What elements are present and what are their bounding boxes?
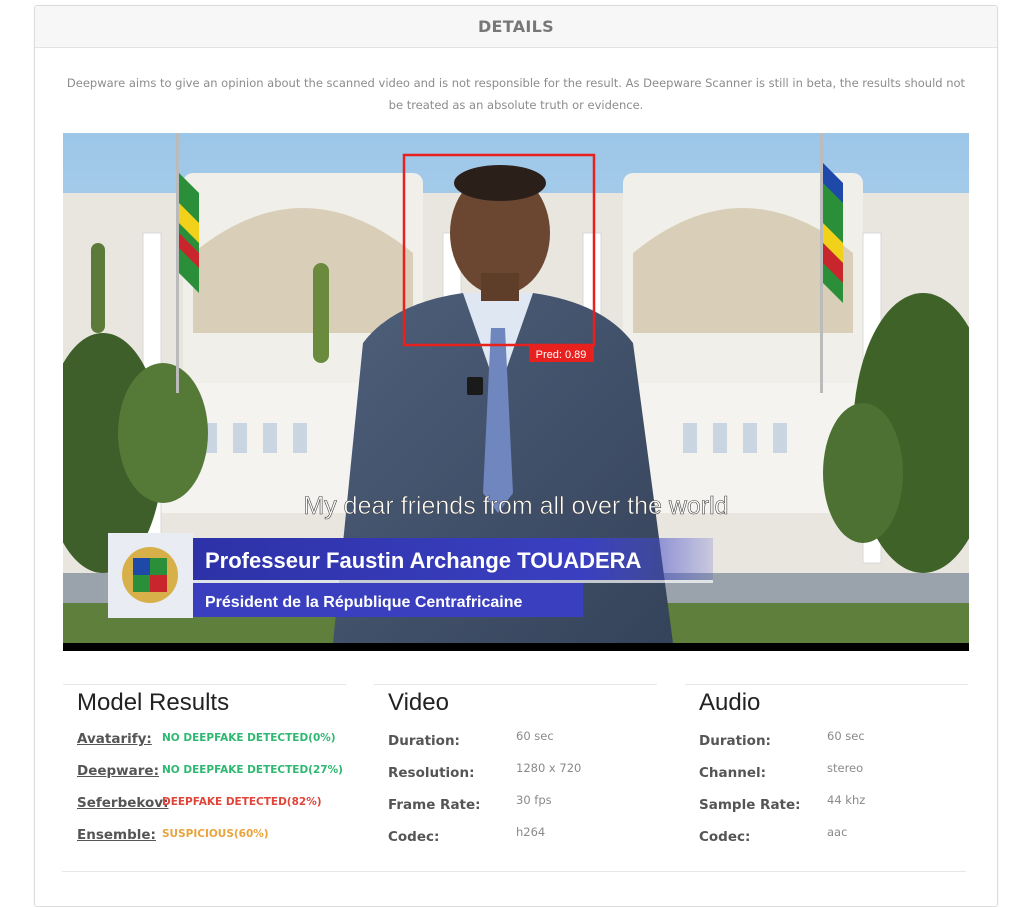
model-result: DEEPFAKE DETECTED(82%)	[162, 796, 322, 808]
model-results-section: Model Results Avatarify: NO DEEPFAKE DET…	[63, 684, 346, 843]
info-row: Duration: 60 sec	[699, 729, 969, 757]
info-label: Frame Rate:	[388, 797, 481, 813]
video-info-section: Video Duration: 60 sec Resolution: 1280 …	[374, 684, 657, 845]
info-label: Codec:	[699, 829, 751, 845]
info-value: h264	[516, 825, 546, 839]
model-row: Deepware: NO DEEPFAKE DETECTED(27%)	[77, 763, 347, 787]
info-value: 30 fps	[516, 793, 552, 807]
info-value: 1280 x 720	[516, 761, 582, 775]
model-results-heading: Model Results	[77, 689, 230, 716]
info-label: Sample Rate:	[699, 797, 801, 813]
subtitle-text: My dear friends from all over the world	[303, 492, 728, 520]
model-row: Seferbekov: DEEPFAKE DETECTED(82%)	[77, 795, 347, 819]
prediction-label: Pred: 0.89	[536, 349, 587, 361]
disclaimer-text: Deepware aims to give an opinion about t…	[66, 76, 966, 112]
info-value: aac	[827, 825, 848, 839]
audio-info-heading: Audio	[699, 689, 761, 716]
model-result: SUSPICIOUS(60%)	[162, 828, 269, 840]
info-value: 60 sec	[516, 729, 554, 743]
info-value: stereo	[827, 761, 864, 775]
model-result: NO DEEPFAKE DETECTED(27%)	[162, 764, 343, 776]
info-label: Duration:	[699, 733, 771, 749]
info-label: Resolution:	[388, 765, 475, 781]
info-row: Sample Rate: 44 khz	[699, 793, 969, 821]
model-link-deepware[interactable]: Deepware:	[77, 763, 159, 779]
video-frame-image: My dear friends from all over the world …	[63, 133, 969, 651]
card-title: DETAILS	[477, 17, 555, 36]
info-row: Resolution: 1280 x 720	[388, 761, 658, 789]
card-header: DETAILS	[35, 6, 997, 48]
info-value: 60 sec	[827, 729, 865, 743]
info-row: Frame Rate: 30 fps	[388, 793, 658, 821]
info-row: Channel: stereo	[699, 761, 969, 789]
info-value: 44 khz	[827, 793, 866, 807]
model-link-seferbekov[interactable]: Seferbekov:	[77, 795, 168, 811]
info-row: Codec: h264	[388, 825, 658, 853]
model-row: Ensemble: SUSPICIOUS(60%)	[77, 827, 347, 851]
model-row: Avatarify: NO DEEPFAKE DETECTED(0%)	[77, 731, 347, 755]
info-row: Duration: 60 sec	[388, 729, 658, 757]
model-result: NO DEEPFAKE DETECTED(0%)	[162, 732, 336, 744]
lower-third-name: Professeur Faustin Archange TOUADERA	[205, 548, 642, 573]
video-info-heading: Video	[388, 689, 449, 716]
audio-info-section: Audio Duration: 60 sec Channel: stereo S…	[685, 684, 968, 845]
info-label: Codec:	[388, 829, 440, 845]
model-link-ensemble[interactable]: Ensemble:	[77, 827, 156, 843]
bottom-divider	[62, 871, 966, 872]
info-row: Codec: aac	[699, 825, 969, 853]
model-link-avatarify[interactable]: Avatarify:	[77, 731, 152, 747]
lower-third-title: Président de la République Centrafricain…	[205, 594, 523, 611]
info-label: Channel:	[699, 765, 767, 781]
video-player[interactable]: My dear friends from all over the world …	[63, 133, 969, 651]
info-label: Duration:	[388, 733, 460, 749]
